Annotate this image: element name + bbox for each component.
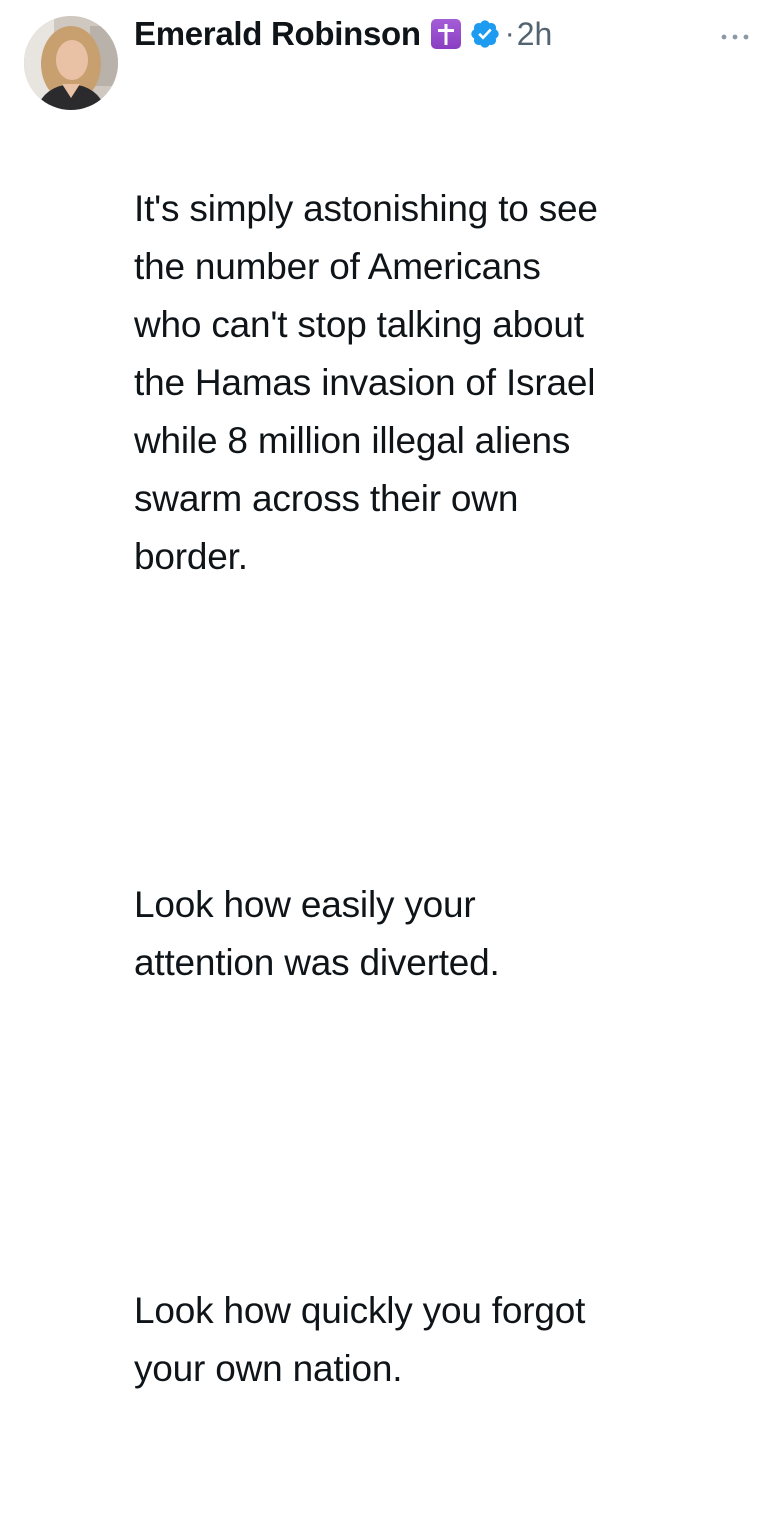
tweet-paragraph-3: Look how quickly you forgot your own nati…	[134, 1282, 754, 1398]
text-line: your own nation.	[134, 1348, 403, 1389]
text-line: Look how quickly you forgot	[134, 1290, 586, 1331]
text-line: the number of Americans	[134, 246, 541, 287]
text-line: who can't stop talking about	[134, 304, 584, 345]
text-line: the Hamas invasion of Israel	[134, 362, 596, 403]
tweet[interactable]: Emerald Robinson · 2h It's simply astoni…	[134, 8, 754, 1514]
separator-dot: ·	[504, 17, 515, 50]
timestamp[interactable]: 2h	[517, 16, 553, 53]
avatar-image	[24, 16, 118, 110]
tweet-paragraph-2: Look how easily your attention was divert…	[134, 876, 754, 992]
text-line: swarm across their own	[134, 478, 519, 519]
author-name[interactable]: Emerald Robinson	[134, 15, 421, 53]
verified-checkmark-icon[interactable]	[469, 18, 501, 50]
text-line: Look how easily your	[134, 884, 476, 925]
tweet-header: Emerald Robinson · 2h	[134, 8, 754, 60]
avatar[interactable]	[24, 16, 118, 110]
tweet-text: It's simply astonishing to see the number…	[134, 64, 754, 1514]
text-line: while 8 million illegal aliens	[134, 420, 571, 461]
text-line: border.	[134, 536, 248, 577]
latin-cross-badge-icon	[430, 19, 461, 49]
text-line: attention was diverted.	[134, 942, 500, 983]
text-line: It's simply astonishing to see	[134, 188, 598, 229]
tweet-paragraph-1: It's simply astonishing to see the number…	[134, 180, 754, 586]
more-horizontal-icon[interactable]	[720, 32, 750, 42]
